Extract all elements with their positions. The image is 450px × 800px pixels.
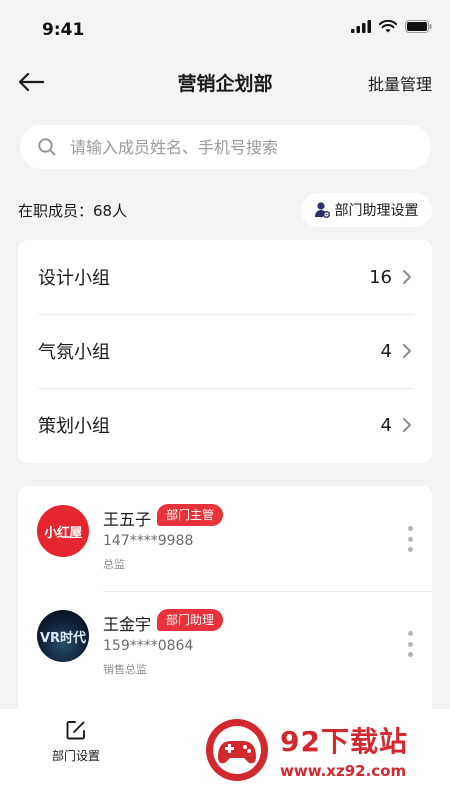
search-icon — [38, 138, 56, 156]
group-item-atmosphere[interactable]: 气氛小组 4 — [18, 314, 432, 388]
active-member-count: 在职成员：68人 — [18, 202, 128, 220]
batch-manage-button[interactable]: 批量管理 — [368, 71, 432, 95]
group-count: 4 — [380, 340, 392, 362]
dept-settings-button[interactable]: 部门设置 — [44, 719, 108, 764]
member-item[interactable]: 小红屋 王五子 部门主管 147****9988 总监 — [18, 486, 432, 591]
group-name: 设计小组 — [38, 268, 110, 289]
more-options-icon[interactable] — [404, 526, 416, 552]
avatar-logo-text: 小红屋 — [44, 525, 82, 541]
watermark-text: 92下载站 www.xz92.com — [280, 720, 408, 780]
search-input[interactable] — [70, 137, 390, 157]
search-bar[interactable] — [20, 125, 431, 169]
group-name: 策划小组 — [38, 416, 110, 437]
group-list: 设计小组 16 气氛小组 4 策划小组 4 — [18, 240, 432, 463]
nav-header: 营销企划部 批量管理 — [0, 60, 450, 104]
watermark-title: 92下载站 — [280, 725, 408, 758]
group-item-planning[interactable]: 策划小组 4 — [18, 388, 432, 462]
group-count: 16 — [369, 266, 392, 288]
avatar: VR时代 — [37, 610, 89, 662]
wifi-icon — [379, 20, 397, 33]
member-title: 销售总监 — [103, 663, 147, 676]
member-phone: 147****9988 — [103, 533, 194, 549]
member-name: 王金宇 — [103, 615, 152, 634]
assistant-settings-button[interactable]: 部门助理设置 — [301, 193, 432, 227]
cellular-signal-icon — [351, 20, 371, 33]
role-badge: 部门助理 — [157, 609, 224, 631]
group-item-design[interactable]: 设计小组 16 — [18, 240, 432, 314]
group-name: 气氛小组 — [38, 342, 110, 363]
avatar: 小红屋 — [37, 505, 89, 557]
watermark-url: www.xz92.com — [280, 762, 407, 780]
role-badge: 部门主管 — [157, 504, 224, 526]
member-summary-row: 在职成员：68人 部门助理设置 — [18, 193, 432, 227]
chevron-right-icon — [403, 270, 411, 284]
member-item[interactable]: VR时代 王金宇 部门助理 159****0864 销售总监 — [18, 591, 432, 696]
member-title: 总监 — [103, 558, 125, 571]
chevron-right-icon — [403, 418, 411, 432]
group-count: 4 — [380, 414, 392, 436]
watermark: 92下载站 www.xz92.com — [180, 700, 450, 800]
edit-icon — [66, 721, 85, 740]
avatar-logo-text: VR时代 — [39, 630, 87, 646]
user-settings-icon — [314, 202, 330, 218]
status-bar: 9:41 — [0, 0, 450, 60]
chevron-right-icon — [403, 344, 411, 358]
assistant-settings-label: 部门助理设置 — [334, 203, 419, 219]
member-phone: 159****0864 — [103, 638, 194, 654]
dept-settings-label: 部门设置 — [51, 749, 100, 763]
more-options-icon[interactable] — [404, 631, 416, 657]
watermark-logo-icon — [206, 719, 268, 781]
status-icons — [351, 20, 432, 33]
member-name: 王五子 — [103, 510, 152, 529]
status-time: 9:41 — [42, 20, 85, 40]
battery-icon — [405, 20, 432, 33]
